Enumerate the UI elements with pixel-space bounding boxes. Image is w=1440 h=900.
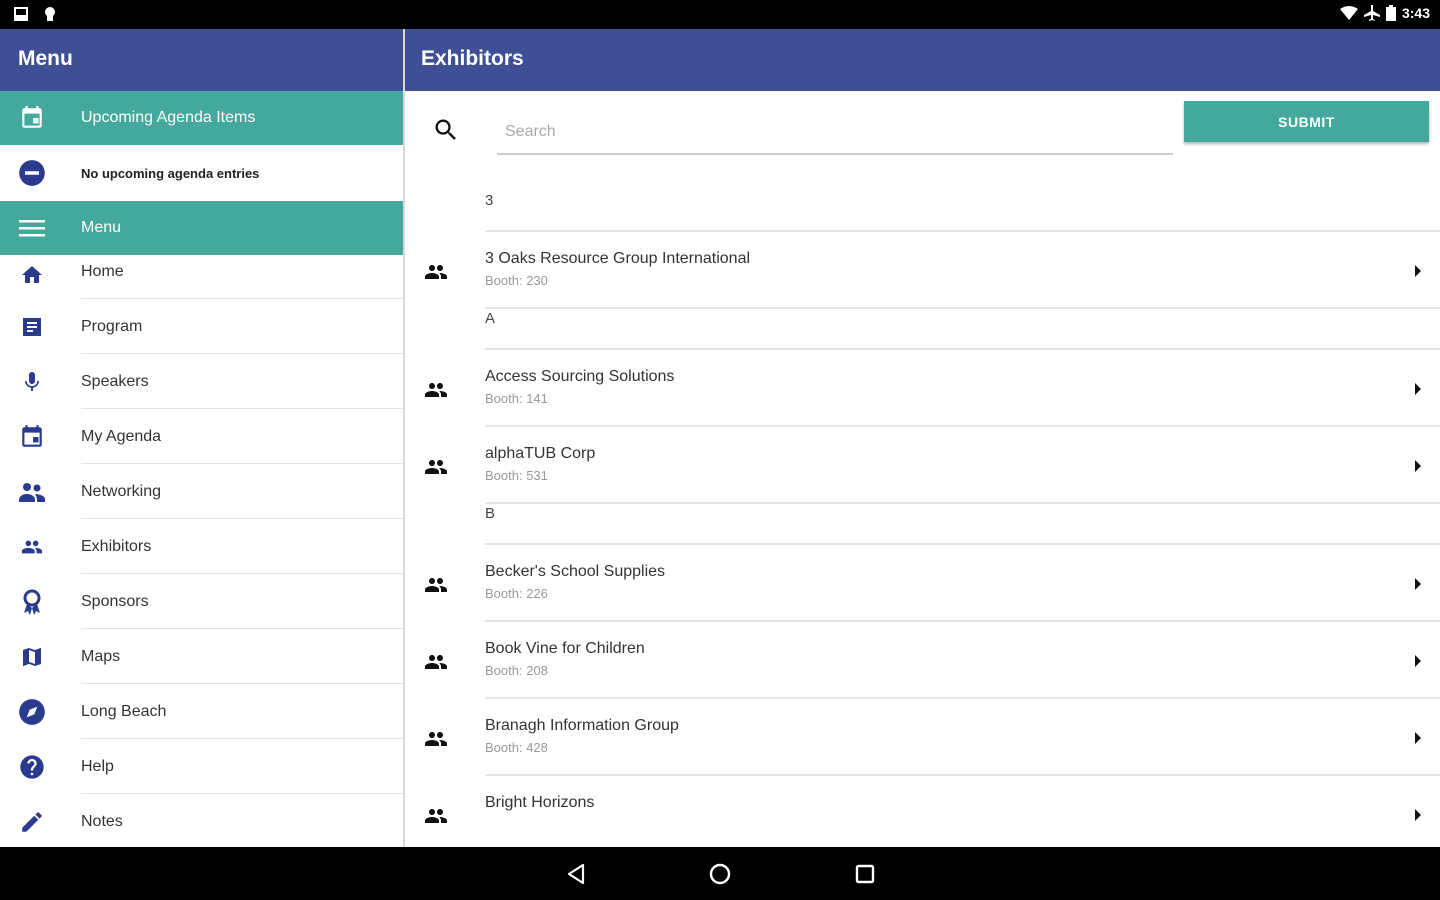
networking-icon [18,482,45,502]
search-input[interactable] [497,111,1173,155]
people-icon [21,540,42,553]
exhibitor-row[interactable]: alphaTUB Corp Booth: 531 [405,427,1440,504]
menu-item-exhibitors[interactable]: Exhibitors [0,519,403,574]
home-icon [21,266,42,283]
menu-item-home[interactable]: Home [0,255,403,299]
chevron-right-icon [1415,578,1421,590]
exhibitor-booth: Booth: 141 [485,391,548,406]
search-icon [435,119,456,140]
menu-item-speakers[interactable]: Speakers [0,354,403,409]
exhibitor-name: Branagh Information Group [485,717,679,734]
home-nav-icon[interactable] [708,862,732,886]
wifi-icon [1339,6,1358,20]
people-icon [425,460,447,474]
exhibitor-name: Access Sourcing Solutions [485,368,675,385]
menu-item-maps[interactable]: Maps [0,629,403,684]
microphone-icon [24,371,39,391]
exhibitor-row[interactable]: Book Vine for Children Booth: 208 [405,622,1440,699]
chevron-right-icon [1415,732,1421,744]
menu-item-help[interactable]: Help [0,739,403,794]
section-header: B [405,504,1440,545]
exhibitor-name: Bright Horizons [485,794,595,811]
chevron-right-icon [1415,265,1421,277]
exhibitor-name: 3 Oaks Resource Group International [485,250,751,267]
exhibitor-row[interactable]: 3 Oaks Resource Group International Booth… [405,232,1440,309]
exhibitor-list: 3 3 Oaks Resource Group International Boot… [405,191,1440,847]
compass-icon [18,698,45,725]
people-icon [425,265,447,279]
no-agenda-text: No upcoming agenda entries [81,165,260,181]
calendar-icon [21,106,42,128]
exhibitor-name: Book Vine for Children [485,640,645,657]
section-letter: A [485,310,496,327]
chevron-right-icon [1415,809,1421,821]
exhibitor-name: Becker's School Supplies [485,563,666,580]
airplane-icon [1363,5,1380,21]
upcoming-agenda-label: Upcoming Agenda Items [81,109,256,126]
menu-item-sponsors[interactable]: Sponsors [0,574,403,629]
status-bar: 3:43 [0,0,1440,29]
section-header: A [405,309,1440,350]
exhibitor-booth: Booth: 428 [485,740,548,755]
battery-icon [1385,5,1396,21]
exhibitor-booth: Booth: 208 [485,663,548,678]
program-icon [22,317,41,336]
minus-circle-icon [18,160,45,186]
award-icon [23,589,40,615]
people-icon [425,732,447,746]
people-icon [425,383,447,397]
section-letter: B [485,505,496,522]
search-bar: SUBMIT [405,91,1440,191]
exhibitor-row[interactable]: Becker's School Supplies Booth: 226 [405,545,1440,622]
page-title: Exhibitors [405,29,1440,91]
exhibitor-row[interactable]: Bright Horizons [405,776,1440,847]
submit-button[interactable]: SUBMIT [1184,101,1429,142]
lightbulb-icon [45,7,55,21]
help-icon [19,754,44,779]
menu-section: Menu [0,201,403,255]
hamburger-icon [18,220,45,237]
menu-item-notes[interactable]: Notes [0,794,403,847]
exhibitor-booth: Booth: 531 [485,468,548,483]
menu-item-long-beach[interactable]: Long Beach [0,684,403,739]
calendar-icon [21,424,42,447]
chevron-right-icon [1415,383,1421,395]
drawer-title: Menu [0,29,403,91]
status-time: 3:43 [1401,5,1430,21]
map-icon [22,647,41,666]
menu-item-program[interactable]: Program [0,299,403,354]
menu-item-my-agenda[interactable]: My Agenda [0,409,403,464]
exhibitor-row[interactable]: Branagh Information Group Booth: 428 [405,699,1440,776]
exhibitor-booth: Booth: 226 [485,586,548,601]
no-agenda-entries: No upcoming agenda entries [0,145,403,201]
menu-item-networking[interactable]: Networking [0,464,403,519]
menu-section-label: Menu [81,219,122,236]
section-letter: 3 [485,192,494,209]
chevron-right-icon [1415,655,1421,667]
chevron-right-icon [1415,460,1421,472]
exhibitor-row[interactable]: Access Sourcing Solutions Booth: 141 [405,350,1440,427]
back-icon[interactable] [564,862,588,886]
people-icon [425,578,447,592]
system-nav-bar [0,847,1440,900]
people-icon [425,655,447,669]
exhibitor-name: alphaTUB Corp [485,445,596,462]
recents-icon[interactable] [853,862,877,886]
exhibitor-booth: Booth: 230 [485,273,548,288]
upcoming-agenda-section[interactable]: Upcoming Agenda Items [0,91,403,145]
navigation-drawer: Menu Upcoming Agenda Items No upcoming a… [0,29,403,847]
exhibitors-panel: Exhibitors SUBMIT 3 3 Oaks Resource Group… [405,29,1440,847]
notification-icon [14,7,28,21]
pencil-icon [21,811,42,832]
people-icon [425,809,447,823]
section-header: 3 [405,191,1440,232]
